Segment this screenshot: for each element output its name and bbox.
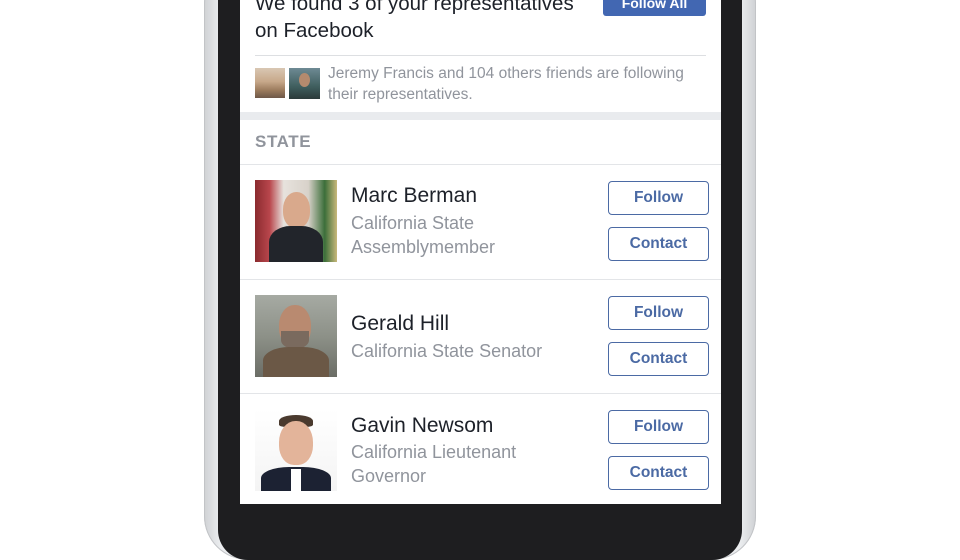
contact-button[interactable]: Contact	[608, 342, 709, 376]
representative-photo[interactable]	[255, 295, 337, 377]
found-representatives-text: We found 3 of your representatives on Fa…	[255, 0, 574, 42]
friends-following-text: Jeremy Francis and 104 others friends ar…	[328, 65, 684, 103]
representative-row: Gavin Newsom California Lieutenant Gover…	[240, 393, 721, 504]
representative-row: Marc Berman California State Assemblymem…	[240, 164, 721, 278]
representative-name[interactable]: Marc Berman	[351, 184, 477, 208]
section-separator	[240, 112, 721, 120]
photo-shirt	[291, 469, 301, 491]
contact-button[interactable]: Contact	[608, 456, 709, 490]
representative-name[interactable]: Gavin Newsom	[351, 414, 493, 438]
photo-face	[279, 421, 313, 465]
friend-avatar	[255, 68, 285, 98]
representative-name[interactable]: Gerald Hill	[351, 312, 449, 336]
follow-button[interactable]: Follow	[608, 296, 709, 330]
friend-avatar	[289, 68, 320, 99]
follow-button[interactable]: Follow	[608, 181, 709, 215]
photo-suit	[269, 226, 323, 262]
follow-button[interactable]: Follow	[608, 410, 709, 444]
representative-title: California State Senator	[351, 341, 543, 361]
follow-all-button[interactable]: Follow All	[603, 0, 706, 16]
photo-face	[283, 192, 310, 228]
representative-title: California State Assemblymember	[351, 213, 496, 257]
divider	[255, 55, 706, 56]
section-title: STATE	[255, 132, 312, 151]
phone-screen: We found 3 of your representatives on Fa…	[240, 0, 721, 504]
photo-jacket	[263, 347, 329, 377]
representative-photo[interactable]	[255, 180, 337, 262]
representative-title: California Lieutenant Governor	[351, 442, 517, 486]
representative-photo[interactable]	[255, 409, 337, 491]
contact-button[interactable]: Contact	[608, 227, 709, 261]
representative-row: Gerald Hill California State Senator Fol…	[240, 279, 721, 393]
